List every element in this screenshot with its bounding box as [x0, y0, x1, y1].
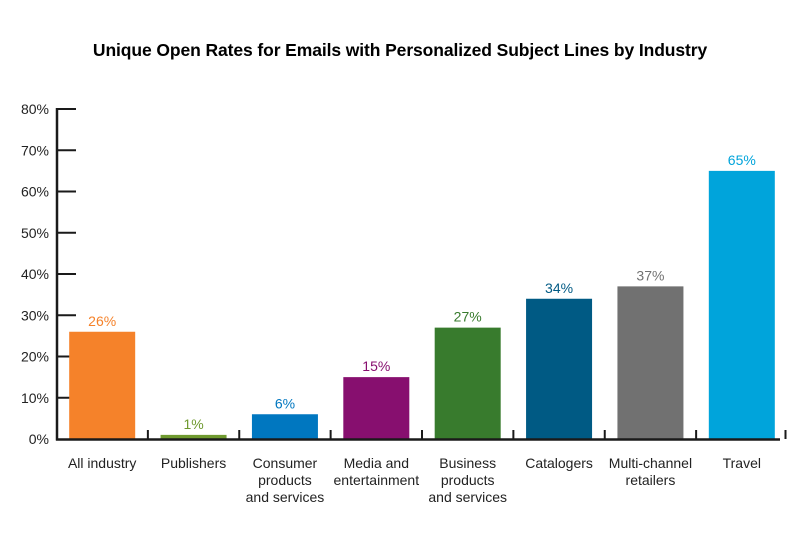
y-tick-label: 10%: [21, 390, 49, 406]
x-tick-label-line: Consumer: [253, 455, 318, 471]
x-tick-label: Catalogers: [525, 455, 593, 471]
bar: [69, 331, 136, 439]
bar: [708, 170, 775, 439]
data-label: 37%: [636, 267, 664, 283]
y-tick-label: 20%: [21, 349, 49, 365]
data-label: 6%: [275, 395, 295, 411]
y-tick-label: 80%: [21, 101, 49, 117]
x-tick-label-line: Catalogers: [525, 455, 593, 471]
x-axis: All industry Publishers Consumer products an…: [56, 430, 787, 505]
y-tick-label: 40%: [21, 266, 49, 282]
bar: [617, 286, 684, 439]
x-tick-label: Media and entertainment: [334, 455, 420, 488]
data-label: 34%: [545, 280, 573, 296]
y-tick-label: 70%: [21, 142, 49, 158]
x-tick-label: Publishers: [161, 455, 226, 471]
x-tick-label-line: and services: [428, 489, 507, 505]
data-label: 15%: [362, 358, 390, 374]
x-tick-label-line: All industry: [68, 455, 136, 471]
y-tick-label: 60%: [21, 184, 49, 200]
x-tick-label-line: Publishers: [161, 455, 226, 471]
y-tick-label: 0%: [29, 431, 49, 447]
bar-chart: 0% 10% 20% 30% 40% 50% 60% 70% 80% 26% 1% 6% 15% 27%…: [21, 101, 787, 505]
bars: 26% 1% 6% 15% 27% 34% 37% 65%: [69, 152, 775, 439]
x-tick-label-line: products: [441, 472, 495, 488]
x-tick-label-line: products: [258, 472, 312, 488]
data-label: 1%: [183, 416, 203, 432]
x-tick-label-line: and services: [246, 489, 325, 505]
y-tick-label: 50%: [21, 225, 49, 241]
bar: [343, 377, 410, 439]
y-tick-label: 30%: [21, 307, 49, 323]
x-tick-label-line: entertainment: [334, 472, 420, 488]
x-tick-label-line: Business: [439, 455, 496, 471]
bar: [434, 327, 501, 439]
y-axis: 0% 10% 20% 30% 40% 50% 60% 70% 80%: [21, 101, 76, 447]
data-label: 26%: [88, 313, 116, 329]
x-tick-label: Travel: [723, 455, 761, 471]
x-tick-label: Business products and services: [428, 455, 507, 505]
x-tick-label-line: Travel: [723, 455, 761, 471]
x-tick-label-line: retailers: [626, 472, 676, 488]
x-tick-label: Multi-channel retailers: [609, 455, 692, 488]
x-tick-label: All industry: [68, 455, 136, 471]
bar: [526, 298, 593, 439]
x-tick-label-line: Media and: [344, 455, 409, 471]
data-label: 27%: [454, 309, 482, 325]
bar: [251, 414, 318, 439]
x-tick-label-line: Multi-channel: [609, 455, 692, 471]
data-label: 65%: [728, 152, 756, 168]
x-tick-label: Consumer products and services: [246, 455, 325, 505]
